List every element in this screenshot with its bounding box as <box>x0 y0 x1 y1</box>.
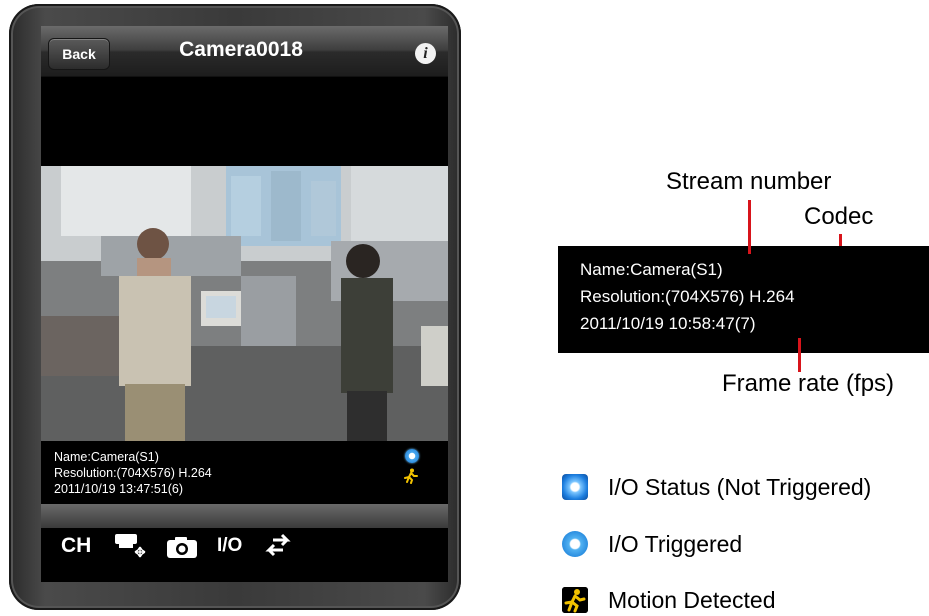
zoom-timestamp-text: 2011/10/19 10:58:47(7) <box>580 314 756 333</box>
back-button[interactable]: Back <box>48 38 110 70</box>
channel-button[interactable]: CH <box>61 534 91 558</box>
motion-detected-icon <box>562 587 588 613</box>
io-button[interactable]: I/O <box>217 535 242 557</box>
zoom-name-text: Name:Camera(S1) <box>580 260 723 279</box>
zoomed-info-overlay: Name:Camera(S1) Resolution:(704X576) H.2… <box>558 246 929 353</box>
stream-number-pointer-tip <box>748 246 751 254</box>
office-scene-image <box>41 166 448 441</box>
info-icon[interactable]: i <box>415 43 436 64</box>
page-title: Camera0018 <box>179 38 303 61</box>
bottom-toolbar: CH I/O <box>41 528 448 582</box>
stream-timestamp-text: 2011/10/19 13:47:51(6) <box>54 482 184 496</box>
camera-video-feed[interactable] <box>41 166 448 441</box>
io-triggered-icon <box>562 531 588 557</box>
legend-label: Motion Detected <box>608 586 776 613</box>
motion-detected-icon <box>404 468 418 484</box>
stream-info-overlay: Name:Camera(S1) Resolution:(704X576) H.2… <box>54 449 212 497</box>
legend-io-not-triggered: I/O Status (Not Triggered) <box>562 474 871 500</box>
legend-io-triggered: I/O Triggered <box>562 531 742 557</box>
legend-motion-detected: Motion Detected <box>562 587 775 613</box>
zoom-resolution-text: Resolution:(704X576) H.264 <box>580 287 795 306</box>
toolbar-divider <box>41 504 448 528</box>
codec-label: Codec <box>804 203 874 230</box>
io-status-not-triggered-icon <box>562 474 588 500</box>
ptz-icon[interactable] <box>113 532 147 560</box>
app-screen: Back Camera0018 i Name:Camera(S1) Resolu… <box>41 26 448 582</box>
io-status-icon <box>405 449 419 463</box>
frame-rate-label: Frame rate (fps) <box>722 370 895 397</box>
legend-label: I/O Status (Not Triggered) <box>608 473 872 500</box>
legend-label: I/O Triggered <box>608 530 743 557</box>
nav-bar: Back Camera0018 i <box>41 26 448 77</box>
camera-icon[interactable] <box>165 534 199 560</box>
stream-number-label: Stream number <box>666 168 832 195</box>
transfer-arrows-icon[interactable] <box>265 532 291 560</box>
tablet-device: Back Camera0018 i Name:Camera(S1) Resolu… <box>9 4 461 610</box>
frame-rate-pointer-tip <box>798 338 801 372</box>
stream-resolution-text: Resolution:(704X576) H.264 <box>54 466 212 480</box>
stream-name-text: Name:Camera(S1) <box>54 450 159 464</box>
